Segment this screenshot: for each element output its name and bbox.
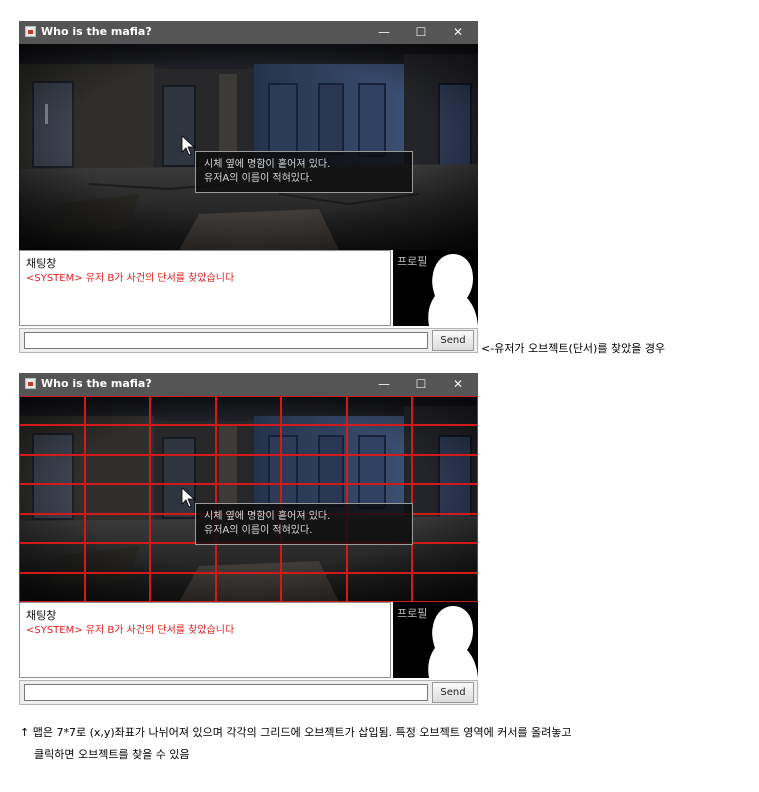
java-app-icon xyxy=(25,378,36,389)
chat-panel: 채팅창 <SYSTEM> 유저 B가 사건의 단서를 찾았습니다 xyxy=(19,602,391,678)
clue-message-line-2: 유저A의 이름이 적혀있다. xyxy=(204,173,313,184)
chat-input-bar: Send xyxy=(19,328,478,353)
clue-found-caption: <-유저가 오브젝트(단서)를 찾았을 경우 xyxy=(481,342,666,355)
game-scene-grid[interactable]: 시체 옆에 명함이 흩어져 있다. 유저A의 이름이 적혀있다. xyxy=(19,396,478,602)
game-window-screenshot-1: Who is the mafia? — ☐ ✕ 시체 옆에 명함이 흩어져 있다… xyxy=(19,21,478,353)
profile-label: 프로필 xyxy=(397,255,428,268)
maximize-button[interactable]: ☐ xyxy=(406,23,436,42)
java-app-icon xyxy=(25,26,36,37)
profile-panel: 프로필 xyxy=(393,602,478,678)
clue-message-line-2: 유저A의 이름이 적혀있다. xyxy=(204,525,313,536)
title-bar: Who is the mafia? — ☐ ✕ xyxy=(19,21,478,44)
send-button[interactable]: Send xyxy=(432,330,474,351)
note-line-2: 클릭하면 오브젝트를 찾을 수 있음 xyxy=(34,748,190,761)
clue-message-line-1: 시체 옆에 명함이 흩어져 있다. xyxy=(204,159,331,170)
close-button[interactable]: ✕ xyxy=(443,23,473,42)
send-button[interactable]: Send xyxy=(432,682,474,703)
game-scene[interactable]: 시체 옆에 명함이 흩어져 있다. 유저A의 이름이 적혀있다. xyxy=(19,44,478,250)
title-bar: Who is the mafia? — ☐ ✕ xyxy=(19,373,478,396)
chat-input[interactable] xyxy=(24,684,428,701)
clue-message-box: 시체 옆에 명함이 흩어져 있다. 유저A의 이름이 적혀있다. xyxy=(195,151,413,193)
chat-input[interactable] xyxy=(24,332,428,349)
game-window-screenshot-2: Who is the mafia? — ☐ ✕ 시체 옆에 명함이 흩어져 있다… xyxy=(19,373,478,705)
dungeon-room-image xyxy=(19,44,478,250)
profile-label: 프로필 xyxy=(397,607,428,620)
system-message: <SYSTEM> 유저 B가 사건의 단서를 찾았습니다 xyxy=(26,625,235,636)
dungeon-room-image xyxy=(19,396,478,602)
close-button[interactable]: ✕ xyxy=(443,375,473,394)
grid-explanation-note: ↑ 맵은 7*7로 (x,y)좌표가 나뉘어져 있으며 각각의 그리드에 오브젝… xyxy=(20,722,740,766)
chat-panel: 채팅창 <SYSTEM> 유저 B가 사건의 단서를 찾았습니다 xyxy=(19,250,391,326)
system-message: <SYSTEM> 유저 B가 사건의 단서를 찾았습니다 xyxy=(26,273,235,284)
window-title: Who is the mafia? xyxy=(41,377,152,390)
minimize-button[interactable]: — xyxy=(369,23,399,42)
window-title: Who is the mafia? xyxy=(41,25,152,38)
clue-message-box: 시체 옆에 명함이 흩어져 있다. 유저A의 이름이 적혀있다. xyxy=(195,503,413,545)
profile-panel: 프로필 xyxy=(393,250,478,326)
note-line-1: ↑ 맵은 7*7로 (x,y)좌표가 나뉘어져 있으며 각각의 그리드에 오브젝… xyxy=(20,726,572,739)
minimize-button[interactable]: — xyxy=(369,375,399,394)
maximize-button[interactable]: ☐ xyxy=(406,375,436,394)
clue-message-line-1: 시체 옆에 명함이 흩어져 있다. xyxy=(204,511,331,522)
chat-input-bar: Send xyxy=(19,680,478,705)
